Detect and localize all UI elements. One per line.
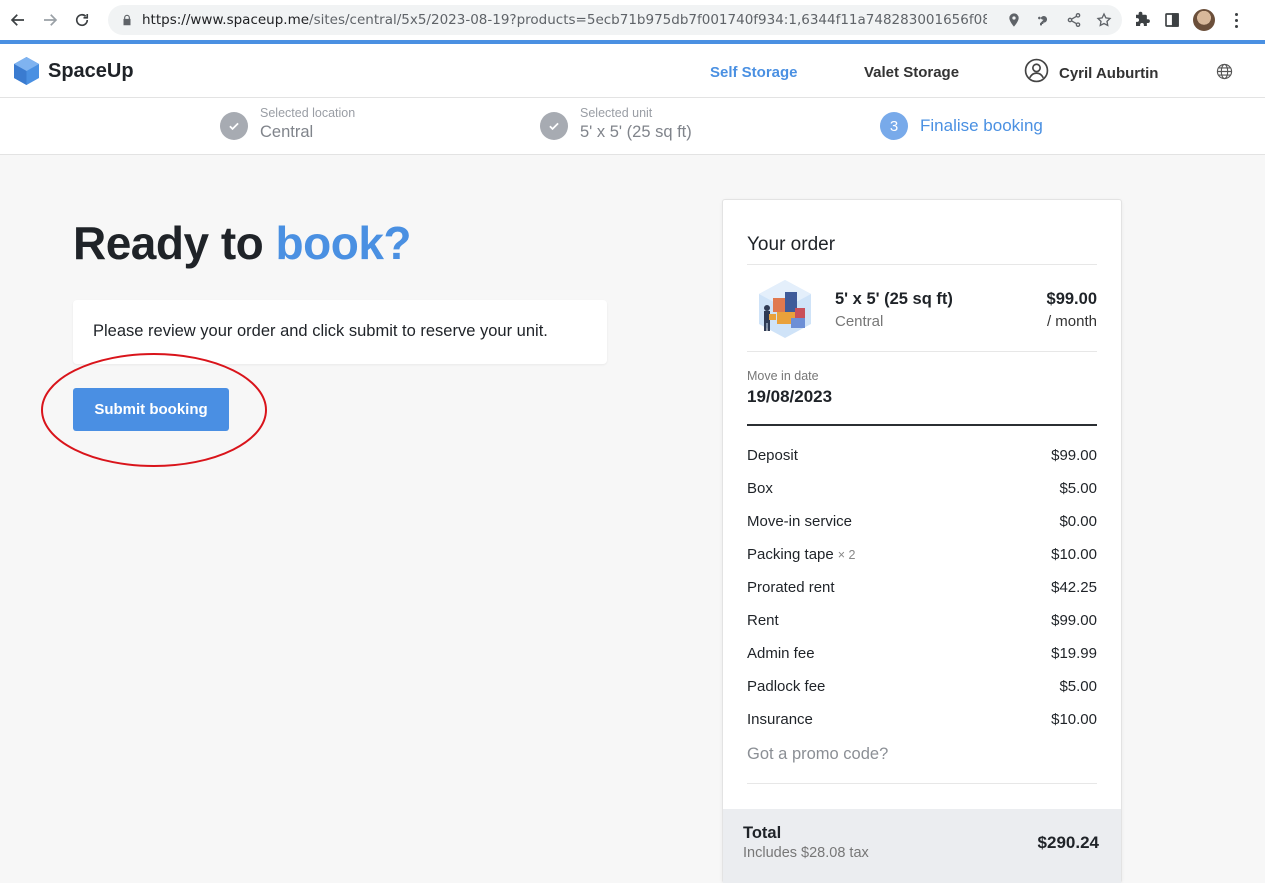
step-selected-unit[interactable]: Selected unit 5' x 5' (25 sq ft) bbox=[540, 106, 692, 142]
line-item-box: Box $5.00 bbox=[747, 480, 1097, 497]
divider bbox=[747, 424, 1097, 426]
product-name: 5' x 5' (25 sq ft) bbox=[835, 290, 953, 308]
step-sub-label: Selected location bbox=[260, 106, 356, 120]
divider bbox=[747, 783, 1097, 784]
step-selected-location[interactable]: Selected location Central bbox=[220, 106, 355, 142]
reload-icon[interactable] bbox=[68, 6, 96, 34]
share-icon[interactable] bbox=[1066, 12, 1082, 28]
total-label: Total bbox=[743, 824, 782, 842]
line-item-rent: Rent $99.00 bbox=[747, 612, 1097, 629]
key-icon[interactable] bbox=[1036, 12, 1052, 28]
globe-icon[interactable] bbox=[1216, 63, 1233, 80]
extensions-icon[interactable] bbox=[1133, 11, 1151, 29]
total-tax-note: Includes $28.08 tax bbox=[743, 845, 869, 861]
brand-logo[interactable]: SpaceUp bbox=[13, 56, 134, 86]
line-item-deposit: Deposit $99.00 bbox=[747, 447, 1097, 464]
highlight-circle-annotation bbox=[41, 353, 267, 467]
booking-steps: Selected location Central Selected unit … bbox=[0, 98, 1265, 155]
site-header: SpaceUp Self Storage Valet Storage Cyril… bbox=[0, 44, 1265, 98]
divider bbox=[747, 264, 1097, 265]
user-name: Cyril Auburtin bbox=[1059, 65, 1159, 82]
promo-code-link[interactable]: Got a promo code? bbox=[747, 745, 888, 764]
storage-unit-illustration bbox=[759, 280, 811, 338]
order-total: Total Includes $28.08 tax $290.24 bbox=[723, 809, 1121, 883]
profile-avatar[interactable] bbox=[1193, 9, 1215, 31]
move-in-date: 19/08/2023 bbox=[747, 387, 833, 406]
checkmark-icon bbox=[540, 112, 568, 140]
order-summary-card: Your order 5' x 5' (25 sq ft) Central $9… bbox=[722, 199, 1122, 883]
url-text: https://www.spaceup.me/sites/central/5x5… bbox=[142, 12, 987, 28]
order-title: Your order bbox=[747, 234, 836, 255]
line-item-admin-fee: Admin fee $19.99 bbox=[747, 645, 1097, 662]
total-amount: $290.24 bbox=[1037, 833, 1099, 852]
side-panel-icon[interactable] bbox=[1163, 11, 1181, 29]
forward-icon[interactable] bbox=[36, 6, 64, 34]
nav-self-storage[interactable]: Self Storage bbox=[710, 64, 798, 81]
menu-icon[interactable] bbox=[1227, 11, 1245, 29]
line-item-move-in-service: Move-in service $0.00 bbox=[747, 513, 1097, 530]
divider bbox=[747, 351, 1097, 352]
bookmark-star-icon[interactable] bbox=[1096, 12, 1112, 28]
step-active-label: Finalise booking bbox=[920, 116, 1043, 135]
cube-logo-icon bbox=[14, 57, 39, 85]
product-period: / month bbox=[1046, 313, 1097, 330]
step-sub-label: Selected unit bbox=[580, 106, 653, 120]
user-circle-icon bbox=[1024, 58, 1049, 83]
checkmark-icon bbox=[220, 112, 248, 140]
order-line-items: Deposit $99.00 Box $5.00 Move-in service $0… bbox=[747, 439, 1097, 736]
step-value: 5' x 5' (25 sq ft) bbox=[580, 123, 692, 141]
move-in-label: Move in date bbox=[747, 369, 819, 383]
line-item-prorated-rent: Prorated rent $42.25 bbox=[747, 579, 1097, 596]
browser-toolbar: https://www.spaceup.me/sites/central/5x5… bbox=[0, 0, 1265, 40]
lock-icon bbox=[123, 14, 131, 26]
step-value: Central bbox=[260, 123, 314, 141]
product-price: $99.00 bbox=[1046, 290, 1097, 308]
order-product: 5' x 5' (25 sq ft) Central $99.00 / mont… bbox=[747, 278, 1097, 344]
line-item-packing-tape: Packing tape × 2 $10.00 bbox=[747, 546, 1097, 563]
step-finalise-booking: 3 Finalise booking bbox=[880, 106, 1043, 140]
address-bar[interactable]: https://www.spaceup.me/sites/central/5x5… bbox=[108, 5, 1122, 35]
step-number: 3 bbox=[880, 112, 908, 140]
product-location: Central bbox=[835, 313, 884, 330]
location-icon[interactable] bbox=[1006, 12, 1022, 28]
user-menu[interactable]: Cyril Auburtin bbox=[1024, 58, 1158, 83]
back-icon[interactable] bbox=[4, 6, 32, 34]
nav-valet-storage[interactable]: Valet Storage bbox=[864, 64, 959, 81]
line-item-insurance: Insurance $10.00 bbox=[747, 711, 1097, 728]
line-item-padlock-fee: Padlock fee $5.00 bbox=[747, 678, 1097, 695]
page-title: Ready to book? bbox=[73, 217, 412, 269]
